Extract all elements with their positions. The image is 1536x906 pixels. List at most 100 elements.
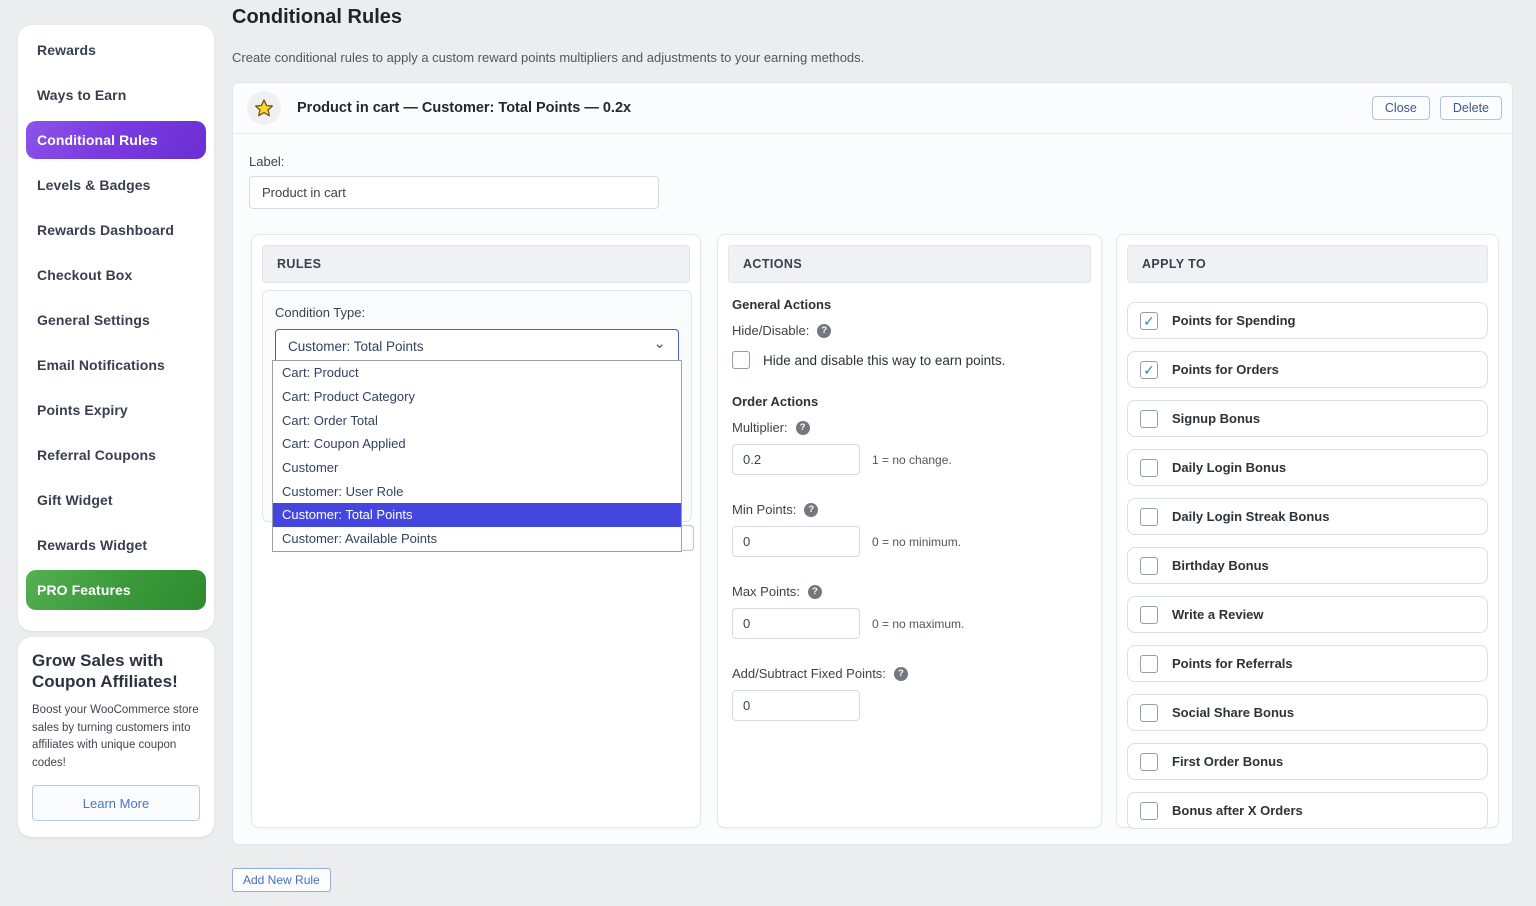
sidebar-item-email-notifications[interactable]: Email Notifications bbox=[26, 342, 206, 387]
apply-to-row: Birthday Bonus bbox=[1127, 547, 1488, 584]
label-section: Label: bbox=[233, 134, 1512, 209]
check-icon: ✓ bbox=[1143, 363, 1155, 377]
multiplier-hint: 1 = no change. bbox=[872, 453, 952, 467]
apply-checkbox-checked[interactable]: ✓ bbox=[1140, 312, 1158, 330]
chevron-down-icon: ⌄ bbox=[653, 339, 666, 349]
multiplier-input-row: 1 = no change. bbox=[732, 444, 1087, 475]
sidebar-item-label: Levels & Badges bbox=[37, 177, 151, 193]
page-description: Create conditional rules to apply a cust… bbox=[232, 50, 864, 65]
apply-to-row: ✓ Points for Spending bbox=[1127, 302, 1488, 339]
help-icon[interactable]: ? bbox=[894, 667, 908, 681]
sidebar-item-ways-to-earn[interactable]: Ways to Earn bbox=[26, 72, 206, 117]
condition-type-label: Condition Type: bbox=[275, 305, 679, 320]
apply-to-label: Bonus after X Orders bbox=[1172, 803, 1303, 818]
condition-type-select[interactable]: Customer: Total Points ⌄ bbox=[275, 329, 679, 364]
max-points-hint: 0 = no maximum. bbox=[872, 617, 964, 631]
apply-to-label: Points for Spending bbox=[1172, 313, 1296, 328]
help-icon[interactable]: ? bbox=[796, 421, 810, 435]
sidebar-item-rewards-dashboard[interactable]: Rewards Dashboard bbox=[26, 207, 206, 252]
sidebar-item-pro-features[interactable]: PRO Features bbox=[26, 570, 206, 610]
promo-body: Boost your WooCommerce store sales by tu… bbox=[32, 702, 200, 773]
help-icon[interactable]: ? bbox=[817, 324, 831, 338]
rule-card-header: Product in cart — Customer: Total Points… bbox=[233, 83, 1512, 134]
close-button[interactable]: Close bbox=[1372, 96, 1430, 120]
sidebar-item-general-settings[interactable]: General Settings bbox=[26, 297, 206, 342]
general-actions-title: General Actions bbox=[732, 297, 1087, 312]
min-points-input-row: 0 = no minimum. bbox=[732, 526, 1087, 557]
apply-checkbox-checked[interactable]: ✓ bbox=[1140, 361, 1158, 379]
dropdown-option[interactable]: Cart: Order Total bbox=[273, 408, 681, 432]
help-icon[interactable]: ? bbox=[808, 585, 822, 599]
check-icon: ✓ bbox=[1143, 314, 1155, 328]
apply-checkbox[interactable] bbox=[1140, 557, 1158, 575]
fixed-points-label-row: Add/Subtract Fixed Points: ? bbox=[732, 666, 1087, 681]
sidebar-item-gift-widget[interactable]: Gift Widget bbox=[26, 477, 206, 522]
dropdown-option[interactable]: Cart: Product bbox=[273, 361, 681, 385]
sidebar-item-conditional-rules[interactable]: Conditional Rules bbox=[26, 121, 206, 159]
apply-checkbox[interactable] bbox=[1140, 655, 1158, 673]
help-icon[interactable]: ? bbox=[804, 503, 818, 517]
apply-to-column-header: APPLY TO bbox=[1127, 245, 1488, 283]
max-points-input-row: 0 = no maximum. bbox=[732, 608, 1087, 639]
dropdown-option[interactable]: Customer bbox=[273, 456, 681, 480]
promo-card: Grow Sales with Coupon Affiliates! Boost… bbox=[18, 637, 214, 837]
sidebar-item-checkout-box[interactable]: Checkout Box bbox=[26, 252, 206, 297]
add-new-rule-button[interactable]: Add New Rule bbox=[232, 868, 331, 892]
sidebar: Rewards Ways to Earn Conditional Rules L… bbox=[18, 25, 214, 631]
sidebar-item-label: General Settings bbox=[37, 312, 150, 328]
hide-disable-checkbox[interactable] bbox=[732, 351, 750, 369]
learn-more-button[interactable]: Learn More bbox=[32, 785, 200, 821]
max-points-label-row: Max Points: ? bbox=[732, 584, 1087, 599]
sidebar-item-label: Rewards bbox=[37, 42, 96, 58]
hide-disable-label: Hide/Disable: bbox=[732, 323, 809, 338]
rule-label-input[interactable] bbox=[249, 176, 659, 209]
apply-to-row: Bonus after X Orders bbox=[1127, 792, 1488, 829]
apply-to-label: Points for Referrals bbox=[1172, 656, 1293, 671]
dropdown-option[interactable]: Customer: User Role bbox=[273, 479, 681, 503]
apply-to-row: Write a Review bbox=[1127, 596, 1488, 633]
rule-header-buttons: Close Delete bbox=[1372, 96, 1502, 120]
apply-to-label: Daily Login Streak Bonus bbox=[1172, 509, 1329, 524]
sidebar-item-levels-badges[interactable]: Levels & Badges bbox=[26, 162, 206, 207]
actions-body: General Actions Hide/Disable: ? Hide and… bbox=[718, 297, 1101, 721]
apply-to-label: Points for Orders bbox=[1172, 362, 1279, 377]
max-points-input[interactable] bbox=[732, 608, 860, 639]
rules-column: RULES Condition Type: Customer: Total Po… bbox=[251, 234, 701, 828]
apply-checkbox[interactable] bbox=[1140, 606, 1158, 624]
actions-column: ACTIONS General Actions Hide/Disable: ? … bbox=[717, 234, 1102, 828]
sidebar-item-label: Referral Coupons bbox=[37, 447, 156, 463]
apply-checkbox[interactable] bbox=[1140, 459, 1158, 477]
apply-to-label: First Order Bonus bbox=[1172, 754, 1283, 769]
apply-to-label: Daily Login Bonus bbox=[1172, 460, 1286, 475]
apply-checkbox[interactable] bbox=[1140, 802, 1158, 820]
sidebar-item-label: Email Notifications bbox=[37, 357, 165, 373]
apply-checkbox[interactable] bbox=[1140, 753, 1158, 771]
sidebar-item-points-expiry[interactable]: Points Expiry bbox=[26, 387, 206, 432]
dropdown-option[interactable]: Cart: Coupon Applied bbox=[273, 432, 681, 456]
page-title: Conditional Rules bbox=[232, 6, 402, 29]
multiplier-label-row: Multiplier: ? bbox=[732, 420, 1087, 435]
sidebar-item-label: Gift Widget bbox=[37, 492, 113, 508]
apply-to-row: Daily Login Streak Bonus bbox=[1127, 498, 1488, 535]
hide-disable-checkbox-label: Hide and disable this way to earn points… bbox=[763, 353, 1005, 368]
sidebar-item-label: Rewards Dashboard bbox=[37, 222, 174, 238]
sidebar-item-rewards-widget[interactable]: Rewards Widget bbox=[26, 522, 206, 567]
apply-checkbox[interactable] bbox=[1140, 410, 1158, 428]
condition-type-selected-value: Customer: Total Points bbox=[288, 339, 424, 354]
apply-to-row: Signup Bonus bbox=[1127, 400, 1488, 437]
sidebar-item-rewards[interactable]: Rewards bbox=[26, 27, 206, 72]
dropdown-option-selected[interactable]: Customer: Total Points bbox=[273, 503, 681, 527]
min-points-input[interactable] bbox=[732, 526, 860, 557]
dropdown-option[interactable]: Cart: Product Category bbox=[273, 385, 681, 409]
sidebar-item-referral-coupons[interactable]: Referral Coupons bbox=[26, 432, 206, 477]
dropdown-option[interactable]: Customer: Available Points bbox=[273, 527, 681, 551]
multiplier-input[interactable] bbox=[732, 444, 860, 475]
min-points-hint: 0 = no minimum. bbox=[872, 535, 961, 549]
apply-checkbox[interactable] bbox=[1140, 508, 1158, 526]
fixed-points-input[interactable] bbox=[732, 690, 860, 721]
promo-title: Grow Sales with Coupon Affiliates! bbox=[32, 651, 200, 693]
delete-button[interactable]: Delete bbox=[1440, 96, 1502, 120]
max-points-label: Max Points: bbox=[732, 584, 800, 599]
apply-checkbox[interactable] bbox=[1140, 704, 1158, 722]
sidebar-item-label: PRO Features bbox=[37, 582, 131, 598]
